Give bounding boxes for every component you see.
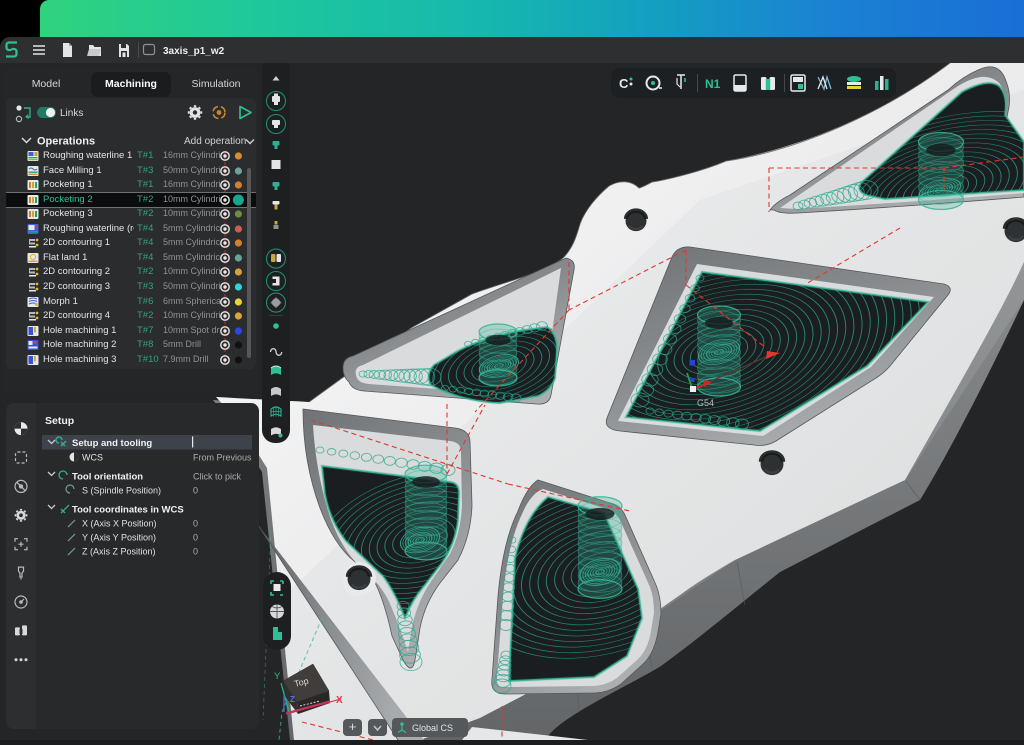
svg-text:WCS: WCS bbox=[82, 453, 103, 463]
svg-text:Tool coordinates in WCS: Tool coordinates in WCS bbox=[72, 505, 184, 516]
svg-text:Tool orientation: Tool orientation bbox=[72, 472, 143, 483]
svg-text:Z (Axis Z Position): Z (Axis Z Position) bbox=[82, 547, 156, 557]
svg-text:S (Spindle Position): S (Spindle Position) bbox=[82, 486, 161, 496]
svg-text:N1: N1 bbox=[705, 77, 721, 91]
svg-text:From Previous: From Previous bbox=[193, 453, 252, 463]
svg-text:X: X bbox=[336, 695, 343, 706]
svg-text:0: 0 bbox=[193, 547, 198, 557]
svg-text:3axis_p1_w2: 3axis_p1_w2 bbox=[163, 46, 225, 57]
svg-text:0: 0 bbox=[193, 519, 198, 529]
svg-text:Y (Axis Y Position): Y (Axis Y Position) bbox=[82, 533, 156, 543]
svg-text:G54: G54 bbox=[697, 398, 714, 408]
svg-text:Y: Y bbox=[274, 671, 281, 682]
svg-text:X (Axis X Position): X (Axis X Position) bbox=[82, 519, 157, 529]
svg-text:C: C bbox=[619, 76, 629, 91]
svg-text:0: 0 bbox=[193, 486, 198, 496]
svg-text:Z: Z bbox=[290, 695, 295, 704]
svg-text:Setup: Setup bbox=[45, 415, 74, 427]
svg-text:Setup and tooling: Setup and tooling bbox=[72, 438, 152, 449]
svg-text:Global CS: Global CS bbox=[412, 723, 453, 733]
svg-text:Click to pick: Click to pick bbox=[193, 472, 242, 482]
svg-text:0: 0 bbox=[193, 533, 198, 543]
